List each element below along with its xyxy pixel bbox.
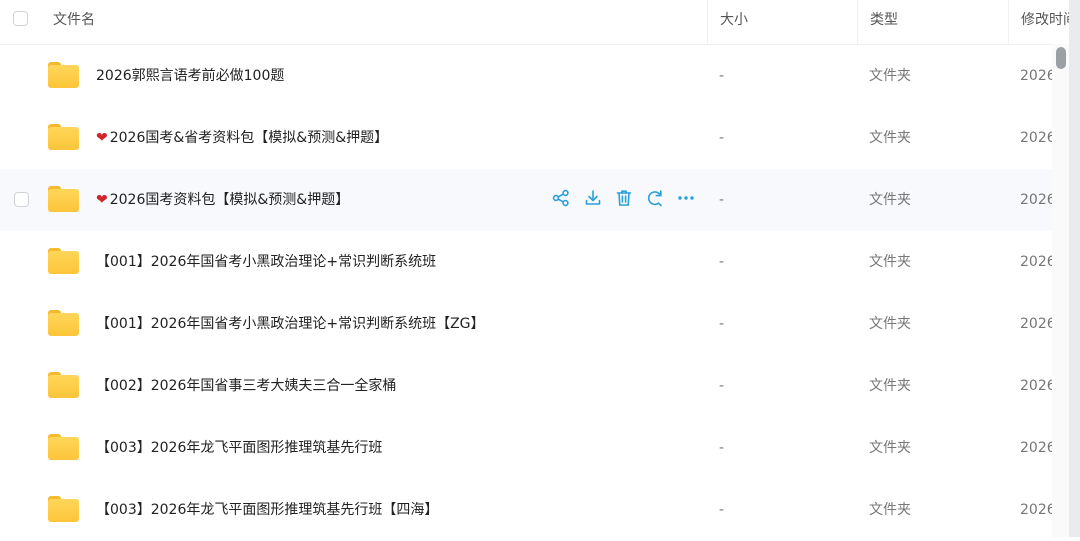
file-size: - [719, 316, 725, 332]
file-modified: 2026 [1020, 68, 1052, 84]
file-name-text: 2026郭熙言语考前必做100题 [96, 68, 285, 84]
folder-icon [48, 434, 79, 460]
file-row[interactable]: 【003】2026年龙飞平面图形推理筑基先行班 - 文件夹 2026 [0, 417, 1052, 479]
delete-icon[interactable] [614, 188, 634, 208]
folder-icon [48, 124, 79, 150]
file-name-text: 【002】2026年国省事三考大姨夫三合一全家桶 [96, 378, 397, 394]
file-type: 文件夹 [869, 68, 911, 84]
file-modified: 2026 [1020, 378, 1052, 394]
file-type: 文件夹 [869, 502, 911, 518]
window-edge [1069, 0, 1080, 537]
file-modified: 2026 [1020, 254, 1052, 270]
file-modified: 2026 [1020, 440, 1052, 456]
heart-icon: ❤ [96, 130, 108, 146]
file-name-text: 【003】2026年龙飞平面图形推理筑基先行班 [96, 440, 383, 456]
file-row[interactable]: 【003】2026年龙飞平面图形推理筑基先行班【四海】 - 文件夹 2026 [0, 479, 1052, 541]
file-size: - [719, 192, 725, 208]
folder-icon [48, 186, 79, 212]
file-name-link[interactable]: 【003】2026年龙飞平面图形推理筑基先行班 [96, 417, 382, 479]
file-name-text: 2026国考资料包【模拟&预测&押题】 [109, 192, 350, 208]
folder-icon [48, 496, 79, 522]
file-name-link[interactable]: 【001】2026年国省考小黑政治理论+常识判断系统班 [96, 231, 436, 293]
file-modified: 2026 [1020, 316, 1052, 332]
file-size: - [719, 378, 725, 394]
file-type: 文件夹 [869, 316, 911, 332]
folder-icon [48, 248, 79, 274]
folder-icon [48, 372, 79, 398]
file-size: - [719, 502, 725, 518]
file-size: - [719, 68, 725, 84]
rename-icon[interactable] [645, 188, 665, 208]
file-name-link[interactable]: 【002】2026年国省事三考大姨夫三合一全家桶 [96, 355, 396, 417]
file-name-link[interactable]: 【003】2026年龙飞平面图形推理筑基先行班【四海】 [96, 479, 438, 541]
file-modified: 2026 [1020, 130, 1052, 146]
select-all-checkbox[interactable] [13, 11, 28, 26]
file-size: - [719, 254, 725, 270]
more-icon[interactable] [676, 188, 696, 208]
file-row[interactable]: 2026郭熙言语考前必做100题 - 文件夹 2026 [0, 45, 1052, 107]
file-row[interactable]: 【001】2026年国省考小黑政治理论+常识判断系统班 - 文件夹 2026 [0, 231, 1052, 293]
column-header-name[interactable]: 文件名 [53, 0, 95, 44]
file-row[interactable]: ❤ 2026国考资料包【模拟&预测&押题】 - 文件夹 2026 [0, 169, 1052, 231]
file-name-link[interactable]: ❤ 2026国考&省考资料包【模拟&预测&押题】 [96, 107, 388, 169]
file-type: 文件夹 [869, 130, 911, 146]
row-checkbox[interactable] [14, 192, 29, 207]
scrollbar-thumb[interactable] [1056, 47, 1066, 69]
column-header-type[interactable]: 类型 [857, 0, 1008, 44]
folder-icon [48, 62, 79, 88]
file-modified: 2026 [1020, 192, 1052, 208]
file-name-text: 【001】2026年国省考小黑政治理论+常识判断系统班 [96, 254, 437, 270]
heart-icon: ❤ [96, 192, 108, 208]
file-type: 文件夹 [869, 254, 911, 270]
file-type: 文件夹 [869, 440, 911, 456]
file-size: - [719, 440, 725, 456]
folder-icon [48, 310, 79, 336]
file-name-text: 【001】2026年国省考小黑政治理论+常识判断系统班【ZG】 [96, 316, 485, 332]
file-list: 2026郭熙言语考前必做100题 - 文件夹 2026 ❤ 2026国考&省考资料包【模拟… [0, 45, 1052, 541]
file-type: 文件夹 [869, 192, 911, 208]
file-list-header: 文件名 大小 类型 修改时间 [0, 0, 1080, 45]
vertical-scrollbar[interactable] [1052, 44, 1069, 537]
column-header-size[interactable]: 大小 [707, 0, 857, 44]
download-icon[interactable] [583, 188, 603, 208]
file-name-text: 2026国考&省考资料包【模拟&预测&押题】 [109, 130, 389, 146]
file-row[interactable]: ❤ 2026国考&省考资料包【模拟&预测&押题】 - 文件夹 2026 [0, 107, 1052, 169]
file-row[interactable]: 【002】2026年国省事三考大姨夫三合一全家桶 - 文件夹 2026 [0, 355, 1052, 417]
file-name-text: 【003】2026年龙飞平面图形推理筑基先行班【四海】 [96, 502, 439, 518]
file-size: - [719, 130, 725, 146]
file-modified: 2026 [1020, 502, 1052, 518]
file-row[interactable]: 【001】2026年国省考小黑政治理论+常识判断系统班【ZG】 - 文件夹 2026 [0, 293, 1052, 355]
file-name-link[interactable]: 2026郭熙言语考前必做100题 [96, 45, 284, 107]
file-name-link[interactable]: 【001】2026年国省考小黑政治理论+常识判断系统班【ZG】 [96, 293, 485, 355]
file-name-link[interactable]: ❤ 2026国考资料包【模拟&预测&押题】 [96, 169, 349, 231]
share-icon[interactable] [551, 188, 571, 208]
file-type: 文件夹 [869, 378, 911, 394]
